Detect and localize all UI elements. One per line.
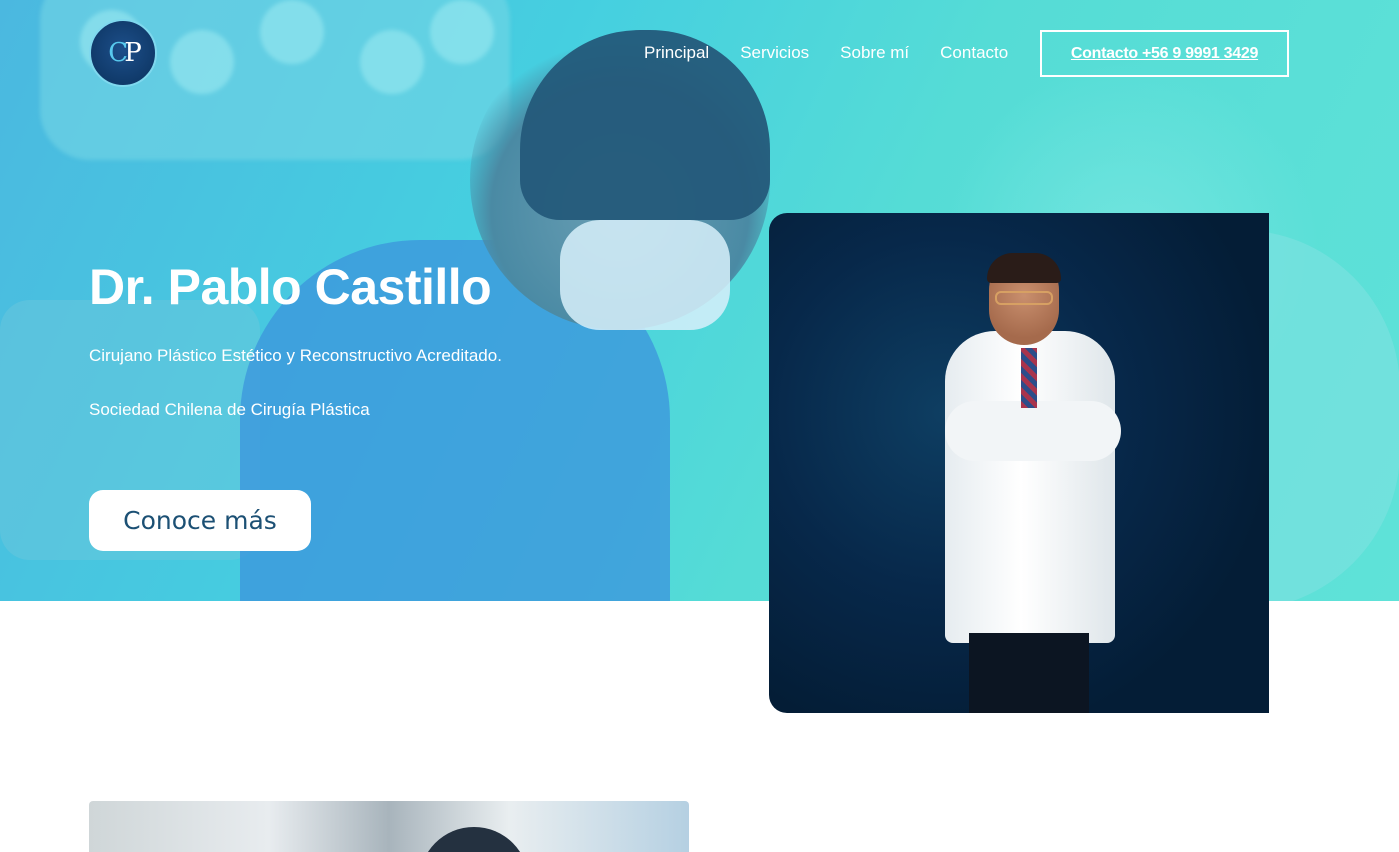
doctor-portrait-image xyxy=(769,213,1269,713)
hero-subtitle-society: Sociedad Chilena de Cirugía Plástica xyxy=(89,400,370,419)
doctor-legs xyxy=(969,633,1089,713)
site-logo[interactable]: CP xyxy=(89,19,157,87)
hero-subtitle-specialty: Cirujano Plástico Estético y Reconstruct… xyxy=(89,346,502,365)
doctor-hair xyxy=(987,253,1061,283)
doctor-tie xyxy=(1021,348,1037,408)
nav-link-contacto[interactable]: Contacto xyxy=(940,43,1008,63)
surgeon-cap-image xyxy=(419,827,529,852)
contact-phone-button[interactable]: Contacto +56 9 9991 3429 xyxy=(1040,30,1289,77)
surgeon-mask-image xyxy=(560,220,730,330)
main-navigation: Principal Servicios Sobre mí Contacto xyxy=(644,43,1039,63)
logo-monogram-icon: CP xyxy=(108,38,141,68)
page-title: Dr. Pablo Castillo xyxy=(89,259,492,315)
surgery-photo-image xyxy=(89,801,689,852)
doctor-glasses xyxy=(995,291,1053,305)
lamp-bulb xyxy=(430,0,494,64)
lamp-bulb xyxy=(170,30,234,94)
lamp-bulb xyxy=(260,0,324,64)
learn-more-button[interactable]: Conoce más xyxy=(89,490,311,551)
doctor-arms xyxy=(945,401,1121,461)
nav-link-servicios[interactable]: Servicios xyxy=(740,43,809,63)
lamp-bulb xyxy=(360,30,424,94)
nav-link-sobre-mi[interactable]: Sobre mí xyxy=(840,43,909,63)
nav-link-principal[interactable]: Principal xyxy=(644,43,709,63)
